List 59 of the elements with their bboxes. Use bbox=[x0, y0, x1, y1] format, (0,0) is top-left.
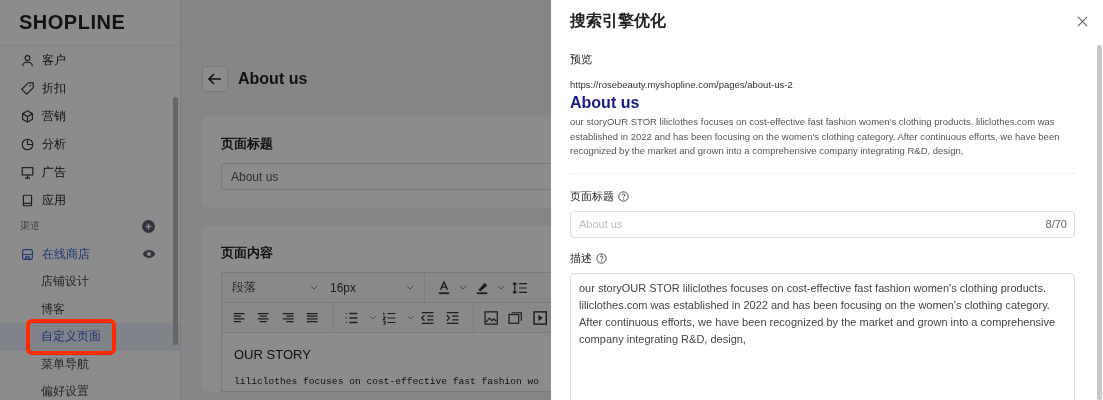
title-input[interactable]: About us bbox=[221, 163, 551, 190]
help-icon[interactable] bbox=[618, 191, 629, 202]
chevron-icon bbox=[497, 285, 505, 290]
indent-icon[interactable] bbox=[444, 310, 459, 325]
back-arrow-icon bbox=[207, 71, 223, 87]
chevron-icon bbox=[368, 315, 377, 320]
pie-chart-icon bbox=[21, 137, 34, 151]
scrollbar[interactable] bbox=[1097, 45, 1102, 400]
line-height-icon[interactable] bbox=[511, 280, 529, 295]
back-button[interactable] bbox=[202, 66, 228, 92]
help-icon[interactable] bbox=[596, 253, 607, 264]
sidebar-subitem[interactable]: 偏好设置 bbox=[0, 383, 89, 400]
preview-url: https://rosebeauty.myshopline.com/pages/about-us-2 bbox=[570, 79, 794, 90]
chevron-icon bbox=[459, 285, 467, 290]
chevron-icon bbox=[310, 285, 318, 290]
preview-description: our storyOUR STOR liliclothes focuses on cost-effective fast fashion women's clothing products. liliclothes.com was established in 2022 and has been focusing on the women's clothing category. After continuous efforts, we have been recognized by the market and grown into a comprehensive company integrating R&D, design, bbox=[570, 115, 1061, 158]
sidebar-item[interactable]: 客户 bbox=[0, 46, 180, 74]
editor-text: OUR STORY bbox=[234, 347, 312, 362]
section-label: 渠道 bbox=[20, 219, 40, 233]
character-counter: 8/70 bbox=[1045, 217, 1067, 230]
tag-icon bbox=[21, 81, 34, 95]
video-icon[interactable] bbox=[532, 310, 547, 325]
numbered-list-icon[interactable] bbox=[382, 310, 397, 325]
field-label: 描述 bbox=[570, 251, 592, 266]
chevron-icon bbox=[406, 315, 415, 320]
justify-icon[interactable] bbox=[305, 310, 320, 325]
field-label: 页面标题 bbox=[570, 189, 614, 204]
close-icon[interactable] bbox=[1077, 15, 1088, 27]
image-icon[interactable] bbox=[483, 310, 499, 325]
description-textarea[interactable]: our storyOUR STOR liliclothes focuses on cost-effective fast fashion women's clothing products. liliclothes.com was established in 2022 and has been focusing on the women's clothing category. After continuous efforts, we have been recognized by the market and grown into a comprehensive company integrating R&D, design, bbox=[570, 272, 1075, 400]
logo: SHOPLINE bbox=[0, 0, 180, 46]
sidebar-subitem[interactable]: 博客 bbox=[0, 300, 65, 318]
field-label: 页面标题 bbox=[221, 135, 274, 153]
monitor-icon bbox=[21, 165, 34, 179]
person-icon bbox=[21, 53, 34, 67]
modal-overlay[interactable] bbox=[0, 0, 551, 400]
page-title: About us bbox=[238, 70, 308, 88]
editor-text: liliclothes focuses on cost-effective fast fashion wo bbox=[234, 375, 540, 389]
scrollbar[interactable] bbox=[173, 97, 178, 345]
cube-icon bbox=[21, 109, 34, 123]
sidebar-subitem[interactable]: 菜单导航 bbox=[0, 355, 89, 373]
outdent-icon[interactable] bbox=[420, 310, 435, 325]
eye-icon[interactable] bbox=[142, 249, 156, 259]
tablet-icon bbox=[21, 193, 34, 207]
align-right-icon[interactable] bbox=[280, 310, 296, 325]
add-icon[interactable] bbox=[142, 219, 155, 233]
bullet-list-icon[interactable] bbox=[344, 310, 359, 325]
font-size-select[interactable]: 16px bbox=[330, 280, 400, 295]
align-left-icon[interactable] bbox=[232, 310, 247, 325]
sidebar-subitem[interactable]: 店铺设计 bbox=[0, 273, 89, 291]
store-icon bbox=[21, 247, 34, 261]
drawer-title: 搜索引擎优化 bbox=[570, 10, 666, 31]
gallery-icon[interactable] bbox=[508, 310, 523, 325]
preview-title: About us bbox=[570, 94, 641, 112]
align-center-icon[interactable] bbox=[256, 310, 271, 325]
section-label: 预览 bbox=[570, 52, 593, 67]
block-format-select[interactable]: 段落 bbox=[232, 279, 304, 296]
chevron-icon bbox=[406, 285, 414, 290]
field-label: 页面内容 bbox=[221, 244, 274, 262]
